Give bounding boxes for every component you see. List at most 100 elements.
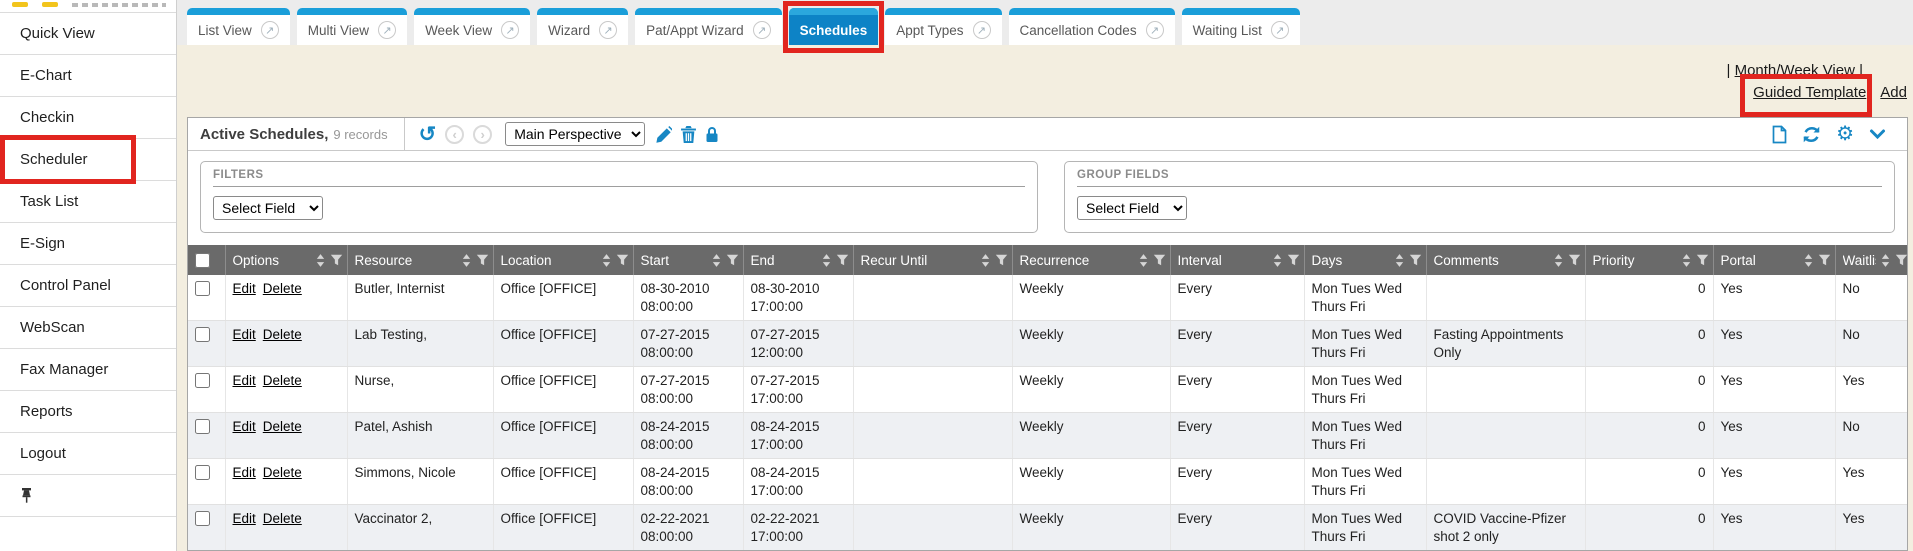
- column-header-options[interactable]: Options: [225, 245, 347, 275]
- delete-link[interactable]: Delete: [263, 465, 302, 480]
- tab-waiting-list[interactable]: Waiting List ↗: [1182, 8, 1300, 45]
- column-header-start[interactable]: Start: [633, 245, 743, 275]
- sidebar-item-reports[interactable]: Reports: [0, 391, 176, 433]
- column-header-waitlist[interactable]: Waitlist Po: [1835, 245, 1907, 275]
- column-header-interval[interactable]: Interval: [1170, 245, 1304, 275]
- sidebar-item-task-list[interactable]: Task List: [0, 181, 176, 223]
- trash-icon[interactable]: [681, 126, 696, 143]
- edit-link[interactable]: Edit: [233, 327, 256, 342]
- sidebar-item-webscan[interactable]: WebScan: [0, 307, 176, 349]
- tab-week-view[interactable]: Week View ↗: [414, 8, 530, 45]
- column-header-select[interactable]: [188, 245, 225, 275]
- delete-link[interactable]: Delete: [263, 373, 302, 388]
- delete-link[interactable]: Delete: [263, 327, 302, 342]
- filter-funnel-icon[interactable]: [476, 253, 489, 267]
- filter-funnel-icon[interactable]: [1895, 253, 1908, 267]
- sidebar-item-control-panel[interactable]: Control Panel: [0, 265, 176, 307]
- month-week-view-link[interactable]: Month/Week View: [1735, 62, 1855, 79]
- sort-icon[interactable]: [315, 253, 326, 268]
- tab-schedules[interactable]: Schedules ↗: [789, 8, 879, 45]
- edit-link[interactable]: Edit: [233, 465, 256, 480]
- edit-link[interactable]: Edit: [233, 419, 256, 434]
- sidebar-item-quick-view[interactable]: Quick View: [0, 13, 176, 55]
- sidebar-item-e-sign[interactable]: E-Sign: [0, 223, 176, 265]
- filters-field-select[interactable]: Select Field: [213, 196, 323, 220]
- sort-icon[interactable]: [1803, 253, 1814, 268]
- column-header-recur_until[interactable]: Recur Until: [853, 245, 1012, 275]
- pencil-icon[interactable]: [655, 126, 672, 143]
- filter-funnel-icon[interactable]: [330, 253, 343, 267]
- external-link-icon[interactable]: ↗: [501, 21, 519, 39]
- prev-icon[interactable]: ‹: [445, 125, 464, 144]
- filter-funnel-icon[interactable]: [1818, 253, 1831, 267]
- sort-icon[interactable]: [711, 253, 722, 268]
- row-checkbox[interactable]: [195, 327, 210, 342]
- edit-link[interactable]: Edit: [233, 373, 256, 388]
- edit-link[interactable]: Edit: [233, 511, 256, 526]
- sort-icon[interactable]: [601, 253, 612, 268]
- guided-template-link[interactable]: Guided Template: [1753, 84, 1866, 101]
- delete-link[interactable]: Delete: [263, 511, 302, 526]
- column-header-portal[interactable]: Portal: [1713, 245, 1835, 275]
- sort-icon[interactable]: [980, 253, 991, 268]
- filter-funnel-icon[interactable]: [1696, 253, 1709, 267]
- column-header-resource[interactable]: Resource: [347, 245, 493, 275]
- column-header-days[interactable]: Days: [1304, 245, 1426, 275]
- tab-multi-view[interactable]: Multi View ↗: [297, 8, 407, 45]
- tab-cancellation-codes[interactable]: Cancellation Codes ↗: [1009, 8, 1175, 45]
- external-link-icon[interactable]: ↗: [973, 21, 991, 39]
- tab-list-view[interactable]: List View ↗: [187, 8, 290, 45]
- sidebar-item-logout[interactable]: Logout: [0, 433, 176, 475]
- external-link-icon[interactable]: ↗: [753, 21, 771, 39]
- sort-icon[interactable]: [1394, 253, 1405, 268]
- external-link-icon[interactable]: ↗: [599, 21, 617, 39]
- sort-icon[interactable]: [1138, 253, 1149, 268]
- row-checkbox[interactable]: [195, 373, 210, 388]
- sidebar-pin-toggle[interactable]: [0, 475, 176, 517]
- next-icon[interactable]: ›: [473, 125, 492, 144]
- column-header-priority[interactable]: Priority: [1585, 245, 1713, 275]
- external-link-icon[interactable]: ↗: [378, 21, 396, 39]
- sidebar-item-checkin[interactable]: Checkin: [0, 97, 176, 139]
- filter-funnel-icon[interactable]: [1409, 253, 1422, 267]
- undo-icon[interactable]: ↺: [419, 124, 437, 145]
- sidebar-item-e-chart[interactable]: E-Chart: [0, 55, 176, 97]
- perspective-select[interactable]: Main Perspective: [505, 122, 645, 146]
- chevron-down-icon[interactable]: [1869, 127, 1886, 141]
- column-header-end[interactable]: End: [743, 245, 853, 275]
- lock-icon[interactable]: [705, 126, 719, 143]
- sort-icon[interactable]: [1880, 253, 1891, 268]
- sort-icon[interactable]: [1553, 253, 1564, 268]
- edit-link[interactable]: Edit: [233, 281, 256, 296]
- sidebar-item-fax-manager[interactable]: Fax Manager: [0, 349, 176, 391]
- filter-funnel-icon[interactable]: [616, 253, 629, 267]
- gear-icon[interactable]: ⚙: [1836, 124, 1854, 144]
- filter-funnel-icon[interactable]: [1568, 253, 1581, 267]
- external-link-icon[interactable]: ↗: [261, 21, 279, 39]
- sort-icon[interactable]: [1272, 253, 1283, 268]
- tab-appt-types[interactable]: Appt Types ↗: [885, 8, 1001, 45]
- delete-link[interactable]: Delete: [263, 419, 302, 434]
- add-link[interactable]: Add: [1880, 84, 1907, 101]
- new-document-icon[interactable]: [1771, 125, 1787, 144]
- tab-wizard[interactable]: Wizard ↗: [537, 8, 628, 45]
- filter-funnel-icon[interactable]: [995, 253, 1008, 267]
- row-checkbox[interactable]: [195, 511, 210, 526]
- sort-icon[interactable]: [1681, 253, 1692, 268]
- tab-pat-appt-wizard[interactable]: Pat/Appt Wizard ↗: [635, 8, 782, 45]
- external-link-icon[interactable]: ↗: [1146, 21, 1164, 39]
- sort-icon[interactable]: [821, 253, 832, 268]
- filter-funnel-icon[interactable]: [726, 253, 739, 267]
- filter-funnel-icon[interactable]: [1287, 253, 1300, 267]
- select-all-checkbox[interactable]: [195, 253, 210, 268]
- delete-link[interactable]: Delete: [263, 281, 302, 296]
- group-fields-select[interactable]: Select Field: [1077, 196, 1187, 220]
- refresh-icon[interactable]: [1802, 125, 1821, 144]
- external-link-icon[interactable]: ↗: [1271, 21, 1289, 39]
- column-header-recurrence[interactable]: Recurrence: [1012, 245, 1170, 275]
- column-header-comments[interactable]: Comments: [1426, 245, 1585, 275]
- row-checkbox[interactable]: [195, 465, 210, 480]
- sort-icon[interactable]: [461, 253, 472, 268]
- column-header-location[interactable]: Location: [493, 245, 633, 275]
- row-checkbox[interactable]: [195, 281, 210, 296]
